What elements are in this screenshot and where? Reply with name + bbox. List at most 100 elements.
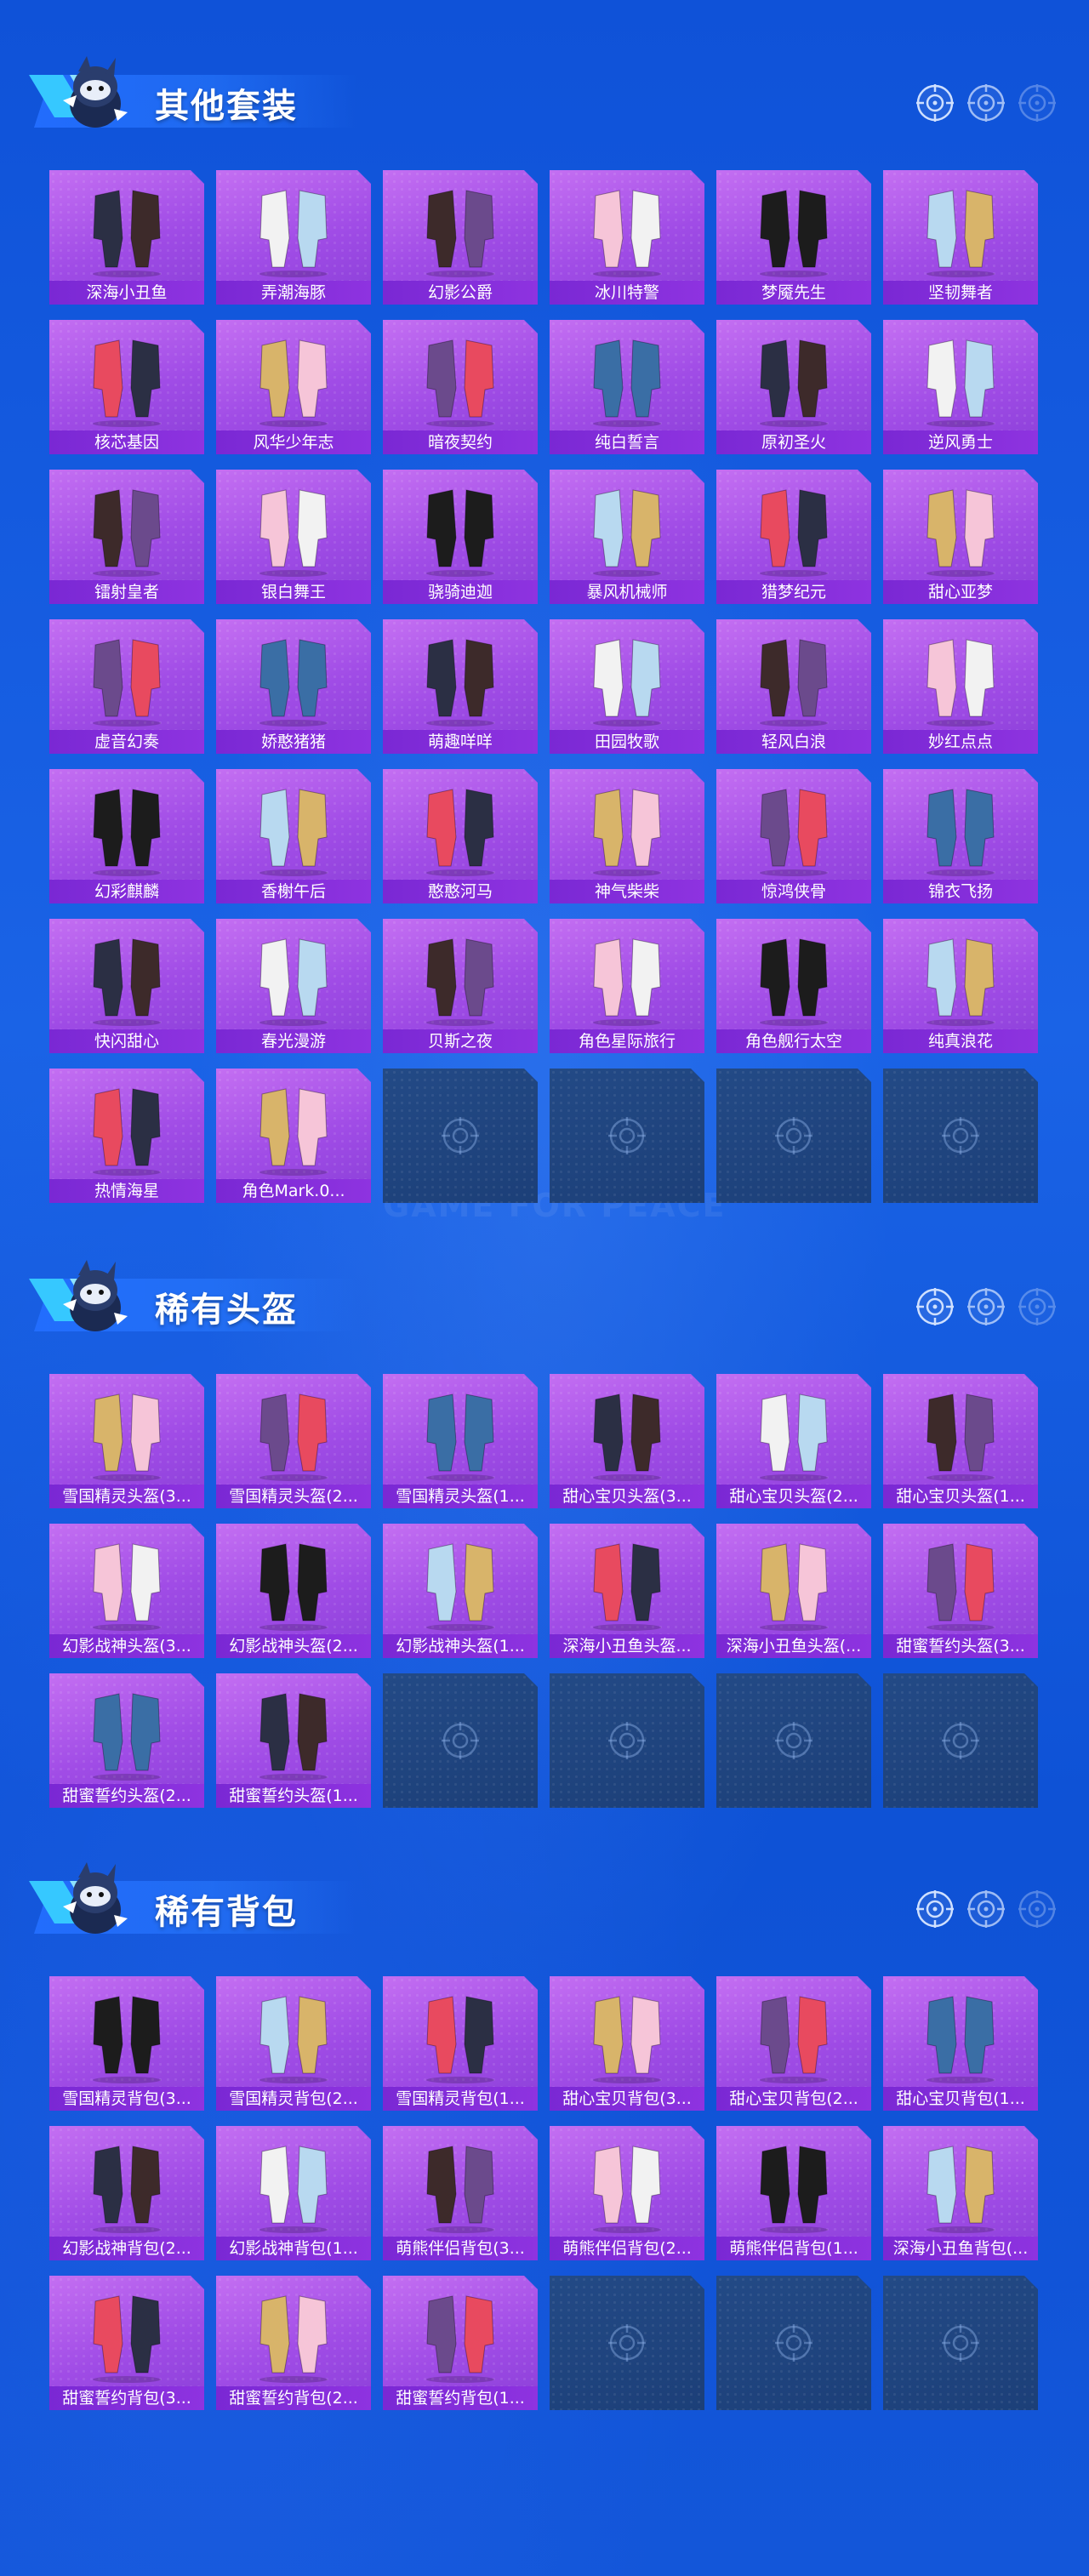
item-card[interactable]: 甜心亚梦 bbox=[883, 470, 1038, 604]
section-title: 稀有背包 bbox=[155, 1893, 298, 1932]
item-card[interactable]: 春光漫游 bbox=[216, 919, 371, 1053]
item-card[interactable]: 深海小丑鱼 bbox=[49, 170, 204, 305]
target-icon bbox=[1018, 1890, 1056, 1928]
item-card[interactable]: 神气柴柴 bbox=[550, 769, 704, 903]
item-card[interactable]: 弄潮海豚 bbox=[216, 170, 371, 305]
item-card[interactable]: 冰川特警 bbox=[550, 170, 704, 305]
item-label: 甜心宝贝背包(2... bbox=[716, 2087, 871, 2111]
item-card[interactable]: 幻彩麒麟 bbox=[49, 769, 204, 903]
item-card[interactable]: 甜蜜誓约背包(2... bbox=[216, 2276, 371, 2410]
item-card[interactable]: 甜蜜誓约背包(3... bbox=[49, 2276, 204, 2410]
item-card[interactable]: 甜蜜誓约头盔(3... bbox=[883, 1524, 1038, 1658]
item-label: 深海小丑鱼 bbox=[49, 281, 204, 305]
item-card[interactable]: 核芯基因 bbox=[49, 320, 204, 454]
item-card[interactable]: 纯白誓言 bbox=[550, 320, 704, 454]
item-label: 暗夜契约 bbox=[383, 430, 538, 454]
item-card[interactable]: 甜心宝贝背包(2... bbox=[716, 1976, 871, 2111]
item-card[interactable]: 虚音幻奏 bbox=[49, 619, 204, 754]
item-card[interactable]: 甜心宝贝背包(3... bbox=[550, 1976, 704, 2111]
item-card[interactable]: 雪国精灵头盔(1... bbox=[383, 1374, 538, 1508]
item-card[interactable]: 甜蜜誓约头盔(1... bbox=[216, 1673, 371, 1808]
empty-slot bbox=[550, 1673, 704, 1808]
item-grid: 雪国精灵背包(3... 雪国精灵背包(2... 雪国精灵背包(1... 甜心宝贝背包(… bbox=[49, 1976, 1038, 2410]
section-outfits: 其他套装 深海小丑鱼 弄潮海豚 幻影公爵 冰川特警 梦魇先生 坚韧舞者 核芯基因 风华少年志 暗夜… bbox=[0, 0, 1089, 111]
item-image bbox=[914, 1985, 1007, 2085]
item-card[interactable]: 梦魇先生 bbox=[716, 170, 871, 305]
item-card[interactable]: 幻影战神背包(2... bbox=[49, 2126, 204, 2260]
item-card[interactable]: 幻影战神背包(1... bbox=[216, 2126, 371, 2260]
item-card[interactable]: 甜心宝贝头盔(2... bbox=[716, 1374, 871, 1508]
item-card[interactable]: 雪国精灵背包(3... bbox=[49, 1976, 204, 2111]
item-card[interactable]: 镭射皇者 bbox=[49, 470, 204, 604]
item-label: 幻影战神背包(1... bbox=[216, 2237, 371, 2260]
item-card[interactable]: 雪国精灵头盔(2... bbox=[216, 1374, 371, 1508]
item-card[interactable]: 骁骑迪迦 bbox=[383, 470, 538, 604]
item-card[interactable]: 轻风白浪 bbox=[716, 619, 871, 754]
item-label: 雪国精灵背包(2... bbox=[216, 2087, 371, 2111]
item-card[interactable]: 田园牧歌 bbox=[550, 619, 704, 754]
item-card[interactable]: 纯真浪花 bbox=[883, 919, 1038, 1053]
item-image bbox=[914, 328, 1007, 429]
item-card[interactable]: 妙红点点 bbox=[883, 619, 1038, 754]
item-card[interactable]: 逆风勇士 bbox=[883, 320, 1038, 454]
item-card[interactable]: 深海小丑鱼头盔(... bbox=[716, 1524, 871, 1658]
item-card[interactable]: 甜蜜誓约背包(1... bbox=[383, 2276, 538, 2410]
item-label: 春光漫游 bbox=[216, 1029, 371, 1053]
crosshair-icon bbox=[607, 1720, 647, 1761]
item-card[interactable]: 憨憨河马 bbox=[383, 769, 538, 903]
item-card[interactable]: 暗夜契约 bbox=[383, 320, 538, 454]
item-card[interactable]: 幻影公爵 bbox=[383, 170, 538, 305]
item-image bbox=[747, 778, 841, 878]
item-card[interactable]: 萌熊伴侣背包(1... bbox=[716, 2126, 871, 2260]
item-card[interactable]: 贝斯之夜 bbox=[383, 919, 538, 1053]
item-image bbox=[80, 927, 174, 1028]
item-card[interactable]: 雪国精灵背包(2... bbox=[216, 1976, 371, 2111]
item-card[interactable]: 甜心宝贝头盔(1... bbox=[883, 1374, 1038, 1508]
item-card[interactable]: 暴风机械师 bbox=[550, 470, 704, 604]
item-card[interactable]: 银白舞王 bbox=[216, 470, 371, 604]
item-card[interactable]: 香榭午后 bbox=[216, 769, 371, 903]
item-card[interactable]: 角色舰行太空 bbox=[716, 919, 871, 1053]
item-card[interactable]: 快闪甜心 bbox=[49, 919, 204, 1053]
item-card[interactable]: 深海小丑鱼头盔... bbox=[550, 1524, 704, 1658]
item-card[interactable]: 娇憨猪猪 bbox=[216, 619, 371, 754]
item-card[interactable]: 惊鸿侠骨 bbox=[716, 769, 871, 903]
item-card[interactable]: 角色星际旅行 bbox=[550, 919, 704, 1053]
section-header: 稀有头盔 bbox=[0, 1204, 1089, 1331]
item-card[interactable]: 风华少年志 bbox=[216, 320, 371, 454]
item-image bbox=[80, 478, 174, 578]
item-card[interactable]: 坚韧舞者 bbox=[883, 170, 1038, 305]
item-label: 冰川特警 bbox=[550, 281, 704, 305]
item-image bbox=[247, 1985, 340, 2085]
item-image bbox=[80, 628, 174, 728]
item-card[interactable]: 甜蜜誓约头盔(2... bbox=[49, 1673, 204, 1808]
item-card[interactable]: 雪国精灵背包(1... bbox=[383, 1976, 538, 2111]
empty-slot bbox=[716, 1673, 871, 1808]
item-card[interactable]: 甜心宝贝背包(1... bbox=[883, 1976, 1038, 2111]
item-card[interactable]: 猎梦纪元 bbox=[716, 470, 871, 604]
item-card[interactable]: 萌熊伴侣背包(2... bbox=[550, 2126, 704, 2260]
item-image bbox=[914, 478, 1007, 578]
item-card[interactable]: 原初圣火 bbox=[716, 320, 871, 454]
item-card[interactable]: 甜心宝贝头盔(3... bbox=[550, 1374, 704, 1508]
item-card[interactable]: 雪国精灵头盔(3... bbox=[49, 1374, 204, 1508]
item-label: 幻彩麒麟 bbox=[49, 880, 204, 903]
item-card[interactable]: 幻影战神头盔(1... bbox=[383, 1524, 538, 1658]
item-card[interactable]: 热情海星 bbox=[49, 1069, 204, 1203]
item-image bbox=[80, 1077, 174, 1177]
item-card[interactable]: 锦衣飞扬 bbox=[883, 769, 1038, 903]
item-label: 幻影战神背包(2... bbox=[49, 2237, 204, 2260]
item-image bbox=[413, 1985, 507, 2085]
item-image bbox=[747, 1532, 841, 1633]
item-image bbox=[580, 778, 674, 878]
item-card[interactable]: 幻影战神头盔(3... bbox=[49, 1524, 204, 1658]
item-card[interactable]: 幻影战神头盔(2... bbox=[216, 1524, 371, 1658]
item-card[interactable]: 深海小丑鱼背包(... bbox=[883, 2126, 1038, 2260]
item-card[interactable]: 萌熊伴侣背包(3... bbox=[383, 2126, 538, 2260]
item-card[interactable]: 萌趣咩咩 bbox=[383, 619, 538, 754]
item-image bbox=[413, 1382, 507, 1483]
item-label: 弄潮海豚 bbox=[216, 281, 371, 305]
item-label: 核芯基因 bbox=[49, 430, 204, 454]
item-image bbox=[247, 328, 340, 429]
item-card[interactable]: 角色Mark.0... bbox=[216, 1069, 371, 1203]
